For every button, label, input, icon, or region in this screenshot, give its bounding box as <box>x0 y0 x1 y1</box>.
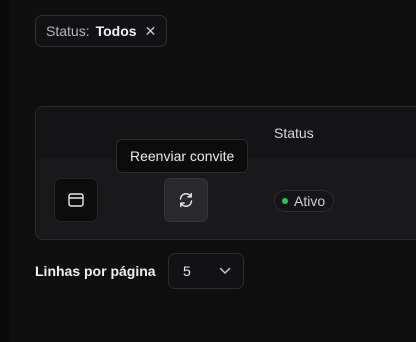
close-icon[interactable]: ✕ <box>145 23 157 40</box>
tooltip-text: Reenviar convite <box>130 148 235 164</box>
column-header-status[interactable]: Status <box>274 125 314 141</box>
users-table: Status Ativo <box>35 106 416 240</box>
rows-per-page-label: Linhas por página <box>35 263 156 279</box>
view-button[interactable] <box>54 178 98 222</box>
chevron-down-icon <box>219 267 231 274</box>
filter-chip-value: Todos <box>95 23 137 39</box>
resend-invite-button[interactable] <box>164 178 208 222</box>
status-filter-chip[interactable]: Status: Todos ✕ <box>35 15 168 47</box>
rows-per-page-select[interactable]: 5 <box>168 253 244 289</box>
sidebar-edge <box>0 0 10 342</box>
rows-per-page-value: 5 <box>183 263 191 279</box>
browser-window-icon <box>68 193 84 207</box>
filter-chip-key: Status: <box>46 23 90 39</box>
refresh-icon <box>179 192 193 208</box>
resend-invite-tooltip: Reenviar convite <box>116 139 249 173</box>
status-dot-icon <box>282 198 288 204</box>
status-badge: Ativo <box>274 190 335 212</box>
status-badge-label: Ativo <box>294 193 326 209</box>
